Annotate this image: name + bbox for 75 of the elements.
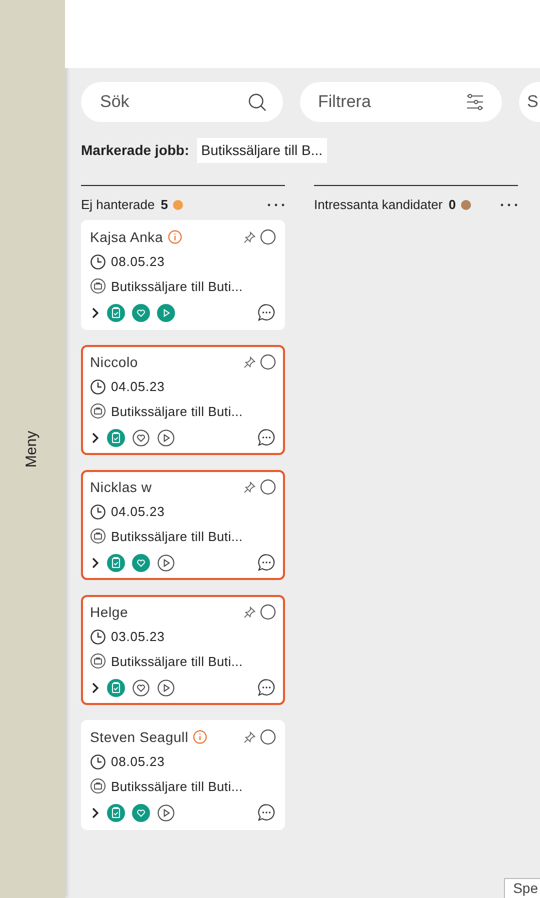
search-field[interactable]: Sök bbox=[81, 82, 283, 122]
comment-icon[interactable] bbox=[257, 428, 276, 447]
pin-icon[interactable] bbox=[243, 730, 256, 744]
select-circle[interactable] bbox=[260, 354, 276, 370]
job-text: Butikssäljare till Buti... bbox=[111, 278, 243, 296]
briefcase-icon bbox=[90, 403, 106, 420]
search-icon[interactable] bbox=[248, 92, 267, 112]
menu-label[interactable]: Meny bbox=[21, 430, 44, 468]
sort-field[interactable]: S bbox=[519, 82, 540, 122]
sidebar[interactable]: Meny bbox=[0, 0, 65, 898]
candidate-name: Kajsa Anka bbox=[90, 228, 164, 247]
briefcase-icon bbox=[90, 653, 106, 670]
bottom-box[interactable]: Spe bbox=[504, 878, 540, 898]
selected-jobs-label: Markerade jobb: bbox=[81, 141, 190, 160]
clipboard-icon[interactable] bbox=[107, 428, 125, 446]
clipboard-icon[interactable] bbox=[107, 554, 125, 572]
chevron-right-icon[interactable] bbox=[90, 680, 100, 694]
column-title: Ej hanterade bbox=[81, 196, 155, 214]
job-text: Butikssäljare till Buti... bbox=[111, 528, 243, 546]
play-icon[interactable] bbox=[157, 554, 175, 572]
sliders-icon[interactable] bbox=[466, 93, 484, 111]
select-circle[interactable] bbox=[260, 479, 276, 495]
clock-icon bbox=[90, 254, 106, 270]
comment-icon[interactable] bbox=[257, 303, 276, 322]
select-circle[interactable] bbox=[260, 604, 276, 620]
column-count: 0 bbox=[448, 196, 456, 214]
date-text: 03.05.23 bbox=[111, 628, 165, 646]
candidate-card[interactable]: Nicklas w 04.05.23 Butikssäljare till Buti... bbox=[81, 470, 285, 580]
more-icon[interactable] bbox=[500, 202, 518, 206]
pin-icon[interactable] bbox=[243, 356, 256, 368]
date-text: 04.05.23 bbox=[111, 378, 165, 396]
job-text: Butikssäljare till Buti... bbox=[111, 778, 243, 796]
job-text: Butikssäljare till Buti... bbox=[111, 402, 243, 421]
candidate-name: Helge bbox=[90, 602, 128, 622]
job-text: Butikssäljare till Buti... bbox=[111, 652, 243, 671]
clipboard-icon[interactable] bbox=[107, 304, 125, 322]
filter-field[interactable]: Filtrera bbox=[300, 82, 502, 122]
candidate-card[interactable]: Niccolo 04.05.23 Butikssäljare till Buti... bbox=[81, 345, 285, 455]
date-text: 08.05.23 bbox=[111, 753, 165, 771]
comment-icon[interactable] bbox=[257, 678, 276, 697]
briefcase-icon bbox=[90, 528, 106, 544]
clock-icon bbox=[90, 378, 106, 395]
comment-icon[interactable] bbox=[257, 803, 276, 822]
date-text: 08.05.23 bbox=[111, 253, 165, 271]
select-circle[interactable] bbox=[260, 229, 276, 245]
play-icon[interactable] bbox=[157, 428, 175, 446]
date-text: 04.05.23 bbox=[111, 503, 165, 521]
chevron-right-icon[interactable] bbox=[90, 806, 100, 820]
play-icon[interactable] bbox=[157, 678, 175, 696]
candidate-name: Steven Seagull bbox=[90, 728, 188, 747]
select-circle[interactable] bbox=[260, 729, 276, 745]
clipboard-icon[interactable] bbox=[107, 678, 125, 696]
chevron-right-icon[interactable] bbox=[90, 430, 100, 444]
candidate-name: Niccolo bbox=[90, 352, 138, 372]
play-icon[interactable] bbox=[157, 804, 175, 822]
briefcase-icon bbox=[90, 278, 106, 294]
chevron-right-icon[interactable] bbox=[90, 306, 100, 320]
candidate-card[interactable]: Helge 03.05.23 Butikssäljare till Buti... bbox=[81, 595, 285, 705]
clock-icon bbox=[90, 628, 106, 645]
pin-icon[interactable] bbox=[243, 230, 256, 244]
more-icon[interactable] bbox=[267, 202, 285, 206]
clipboard-icon[interactable] bbox=[107, 804, 125, 822]
selected-job-tag[interactable]: Butikssäljare till B... bbox=[197, 138, 327, 163]
pin-icon[interactable] bbox=[243, 606, 256, 618]
candidate-card[interactable]: Kajsa Anka 08.05.23 Butikssäljare till Buti... bbox=[81, 220, 285, 330]
candidate-card[interactable]: Steven Seagull 08.05.23 Butikssäljare till Buti... bbox=[81, 720, 285, 830]
column-count: 5 bbox=[160, 196, 168, 214]
comment-icon[interactable] bbox=[257, 553, 276, 572]
briefcase-icon bbox=[90, 778, 106, 794]
clock-icon bbox=[90, 504, 106, 520]
pin-icon[interactable] bbox=[243, 480, 256, 494]
chevron-right-icon[interactable] bbox=[90, 556, 100, 570]
candidate-name: Nicklas w bbox=[90, 478, 152, 496]
column-title: Intressanta kandidater bbox=[314, 196, 443, 214]
clock-icon bbox=[90, 754, 106, 770]
